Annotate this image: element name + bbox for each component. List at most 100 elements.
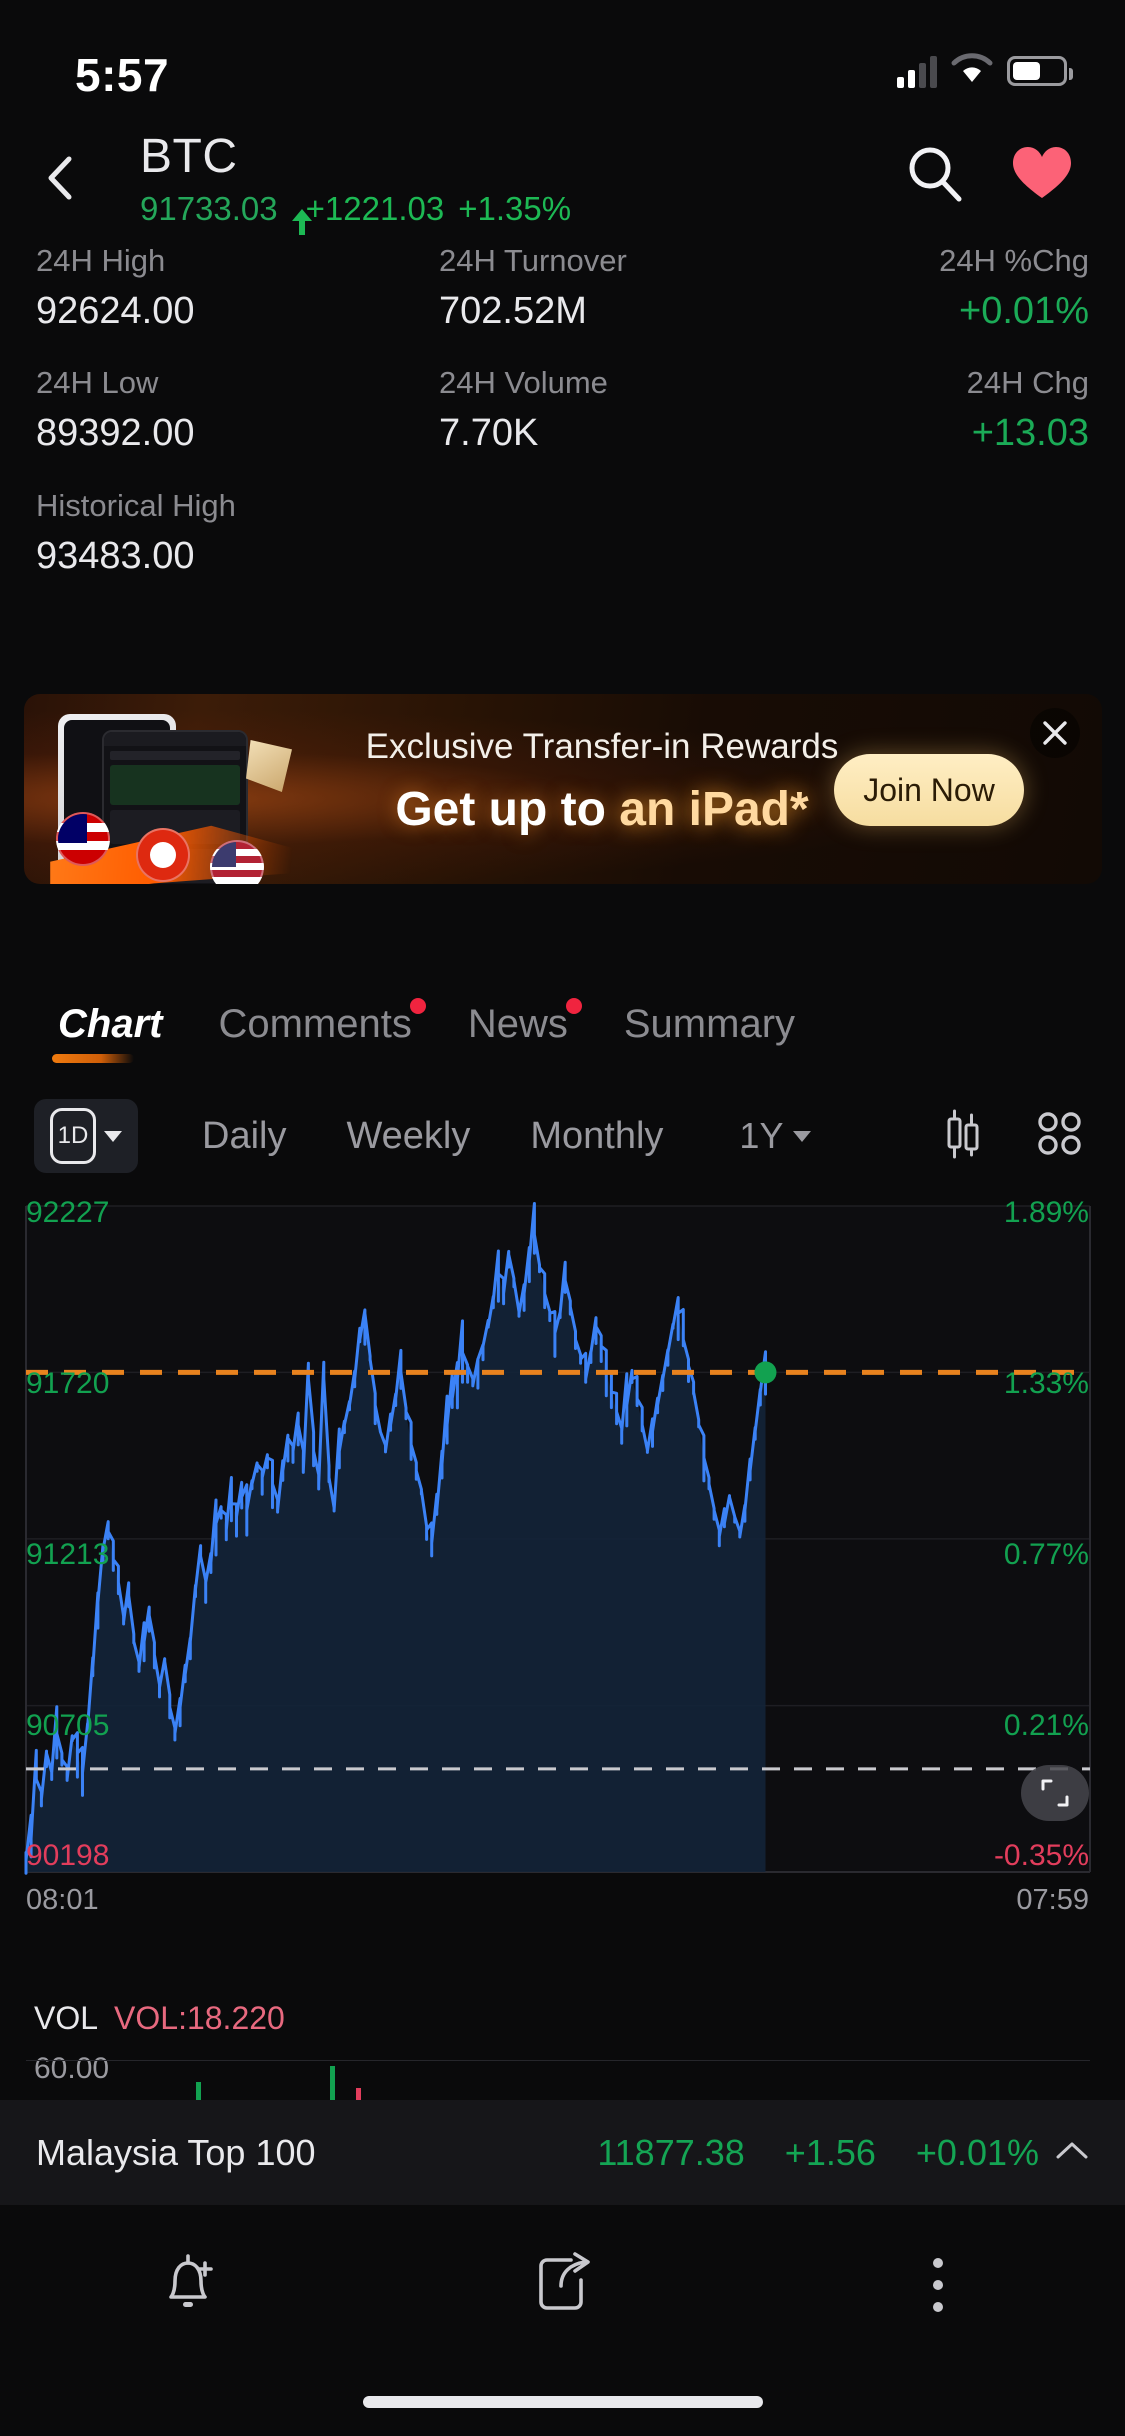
- join-now-button[interactable]: Join Now: [834, 754, 1024, 826]
- stat-label: 24H Volume: [439, 365, 608, 401]
- chart-range-weekly[interactable]: Weekly: [316, 1115, 500, 1158]
- back-button[interactable]: [30, 148, 90, 208]
- stats-row: Historical High 93483.00: [36, 485, 1089, 579]
- index-change-abs: +1.56: [784, 2131, 876, 2173]
- tab-comments[interactable]: Comments: [190, 997, 439, 1047]
- chevron-up-icon[interactable]: [1039, 2139, 1089, 2166]
- right-axis-tick: 1.33%: [1003, 1367, 1089, 1400]
- search-icon[interactable]: [905, 144, 963, 207]
- header-actions: [905, 144, 1073, 207]
- grid-layout-icon[interactable]: [1037, 1111, 1083, 1162]
- chevron-down-icon: [104, 1130, 122, 1142]
- tab-chart[interactable]: Chart: [30, 1001, 190, 1063]
- tab-label: Comments: [218, 1001, 412, 1046]
- promo-subtitle: Exclusive Transfer-in Rewards: [365, 727, 839, 766]
- back-chevron-icon: [48, 156, 72, 200]
- y-axis-tick: 92227: [26, 1196, 110, 1229]
- symbol-block: BTC 91733.03 +1221.03 +1.35%: [140, 130, 572, 236]
- promo-device-artwork: [50, 700, 310, 884]
- y-axis-tick: 91213: [26, 1538, 110, 1571]
- stat-label: 24H Turnover: [439, 243, 627, 278]
- bottom-action-bar: [0, 2205, 1125, 2365]
- stat-value: +13.03: [971, 412, 1089, 455]
- volume-bars: [26, 2060, 1090, 2100]
- stat-spacer: [361, 485, 764, 579]
- chart-toolbar: 1D Daily Weekly Monthly 1Y: [0, 1088, 1125, 1184]
- x-axis-tick-start: 08:01: [26, 1884, 99, 1916]
- page-title: BTC: [140, 130, 238, 183]
- volume-panel: VOL VOL:18.220 60.00: [0, 2000, 1125, 2100]
- stat-24h-low: 24H Low 89392.00: [36, 362, 361, 456]
- stat-label: 24H %Chg: [939, 243, 1089, 278]
- promo-banner[interactable]: Exclusive Transfer-in Rewards Get up to …: [24, 694, 1102, 884]
- status-bar-time: 5:57: [75, 49, 170, 101]
- stat-value: 702.52M: [439, 289, 587, 332]
- volume-label: VOL: [34, 2000, 99, 2036]
- hong-kong-flag-icon: [136, 828, 190, 882]
- tab-summary[interactable]: Summary: [596, 1002, 823, 1047]
- promo-title-plain: Get up to: [395, 782, 620, 836]
- y-axis-tick: 91720: [26, 1367, 110, 1400]
- stat-24h-high: 24H High 92624.00: [36, 240, 361, 334]
- index-name: Malaysia Top 100: [36, 2131, 316, 2173]
- stats-grid: 24H High 92624.00 24H Turnover 702.52M 2…: [0, 243, 1125, 607]
- index-summary-bar[interactable]: Malaysia Top 100 11877.38 +1.56 +0.01%: [0, 2100, 1125, 2205]
- y-axis-tick: 90198: [26, 1839, 110, 1872]
- stat-24h-volume: 24H Volume 7.70K: [361, 362, 764, 456]
- more-vertical-icon[interactable]: [750, 2250, 1125, 2320]
- stats-row: 24H Low 89392.00 24H Volume 7.70K 24H Ch…: [36, 362, 1089, 456]
- status-bar: 5:57: [0, 0, 1125, 110]
- promo-text: Exclusive Transfer-in Rewards Get up to …: [322, 724, 882, 840]
- right-axis-tick: 0.77%: [1003, 1538, 1089, 1571]
- y-axis-tick: 90705: [26, 1709, 110, 1742]
- tab-label: Chart: [58, 1001, 163, 1046]
- share-icon[interactable]: [375, 2250, 750, 2320]
- price-change-pct: +1.35%: [458, 190, 572, 228]
- stat-label: 24H High: [36, 243, 166, 278]
- index-change-pct: +0.01%: [915, 2131, 1039, 2173]
- price-line: 91733.03 +1221.03 +1.35%: [140, 190, 572, 236]
- x-axis-tick-end: 07:59: [1016, 1884, 1089, 1916]
- chart-range-monthly[interactable]: Monthly: [500, 1115, 693, 1158]
- status-bar-indicators: [897, 52, 1073, 89]
- right-axis-tick: -0.35%: [993, 1839, 1089, 1872]
- chart-range-daily[interactable]: Daily: [172, 1115, 316, 1158]
- promo-title: Get up to an iPad*: [322, 780, 882, 840]
- stats-row: 24H High 92624.00 24H Turnover 702.52M 2…: [36, 240, 1089, 334]
- promo-title-accent: an iPad*: [619, 782, 809, 836]
- index-value: 11877.38: [597, 2131, 745, 2173]
- volume-readout: VOL:18.220: [114, 2000, 285, 2036]
- banner-close-button[interactable]: [1030, 708, 1080, 758]
- battery-icon: [1007, 55, 1073, 86]
- close-icon: [1043, 721, 1067, 745]
- stat-label: Historical High: [36, 487, 236, 523]
- stat-value: 7.70K: [439, 412, 539, 455]
- stat-value: 92624.00: [36, 289, 195, 332]
- tab-label: News: [467, 1001, 568, 1046]
- section-tabs: Chart Comments News Summary: [0, 965, 1125, 1083]
- stat-value: 93483.00: [36, 534, 195, 577]
- fullscreen-expand-icon[interactable]: [1021, 1765, 1089, 1821]
- tab-news[interactable]: News: [440, 997, 596, 1047]
- stat-historical-high: Historical High 93483.00: [36, 485, 361, 579]
- chart-icon-actions: [941, 1109, 1091, 1164]
- stat-spacer: [764, 485, 1089, 579]
- cellular-signal-icon: [897, 54, 937, 88]
- stat-24h-turnover: 24H Turnover 702.52M: [361, 240, 764, 334]
- range-label: 1Y: [739, 1115, 784, 1156]
- chevron-down-icon: [793, 1130, 812, 1142]
- alert-bell-add-icon[interactable]: [0, 2249, 375, 2321]
- index-values: 11877.38 +1.56 +0.01%: [597, 2132, 1039, 2174]
- price-change-abs: +1221.03: [305, 190, 445, 228]
- period-chip-label: 1D: [50, 1108, 96, 1164]
- period-chip-1d[interactable]: 1D: [34, 1099, 138, 1173]
- heart-icon[interactable]: [1011, 145, 1073, 206]
- price-chart[interactable]: 92227 91720 91213 90705 90198 1.89% 1.33…: [0, 1192, 1125, 1982]
- stat-24h-pct-chg: 24H %Chg +0.01%: [764, 240, 1089, 334]
- candlestick-icon[interactable]: [941, 1109, 985, 1164]
- stat-label: 24H Chg: [966, 365, 1089, 401]
- chart-range-1y-dropdown[interactable]: 1Y: [709, 1115, 841, 1157]
- stat-24h-chg: 24H Chg +13.03: [764, 362, 1089, 456]
- home-indicator: [362, 2396, 763, 2408]
- page-header: BTC 91733.03 +1221.03 +1.35%: [0, 110, 1125, 255]
